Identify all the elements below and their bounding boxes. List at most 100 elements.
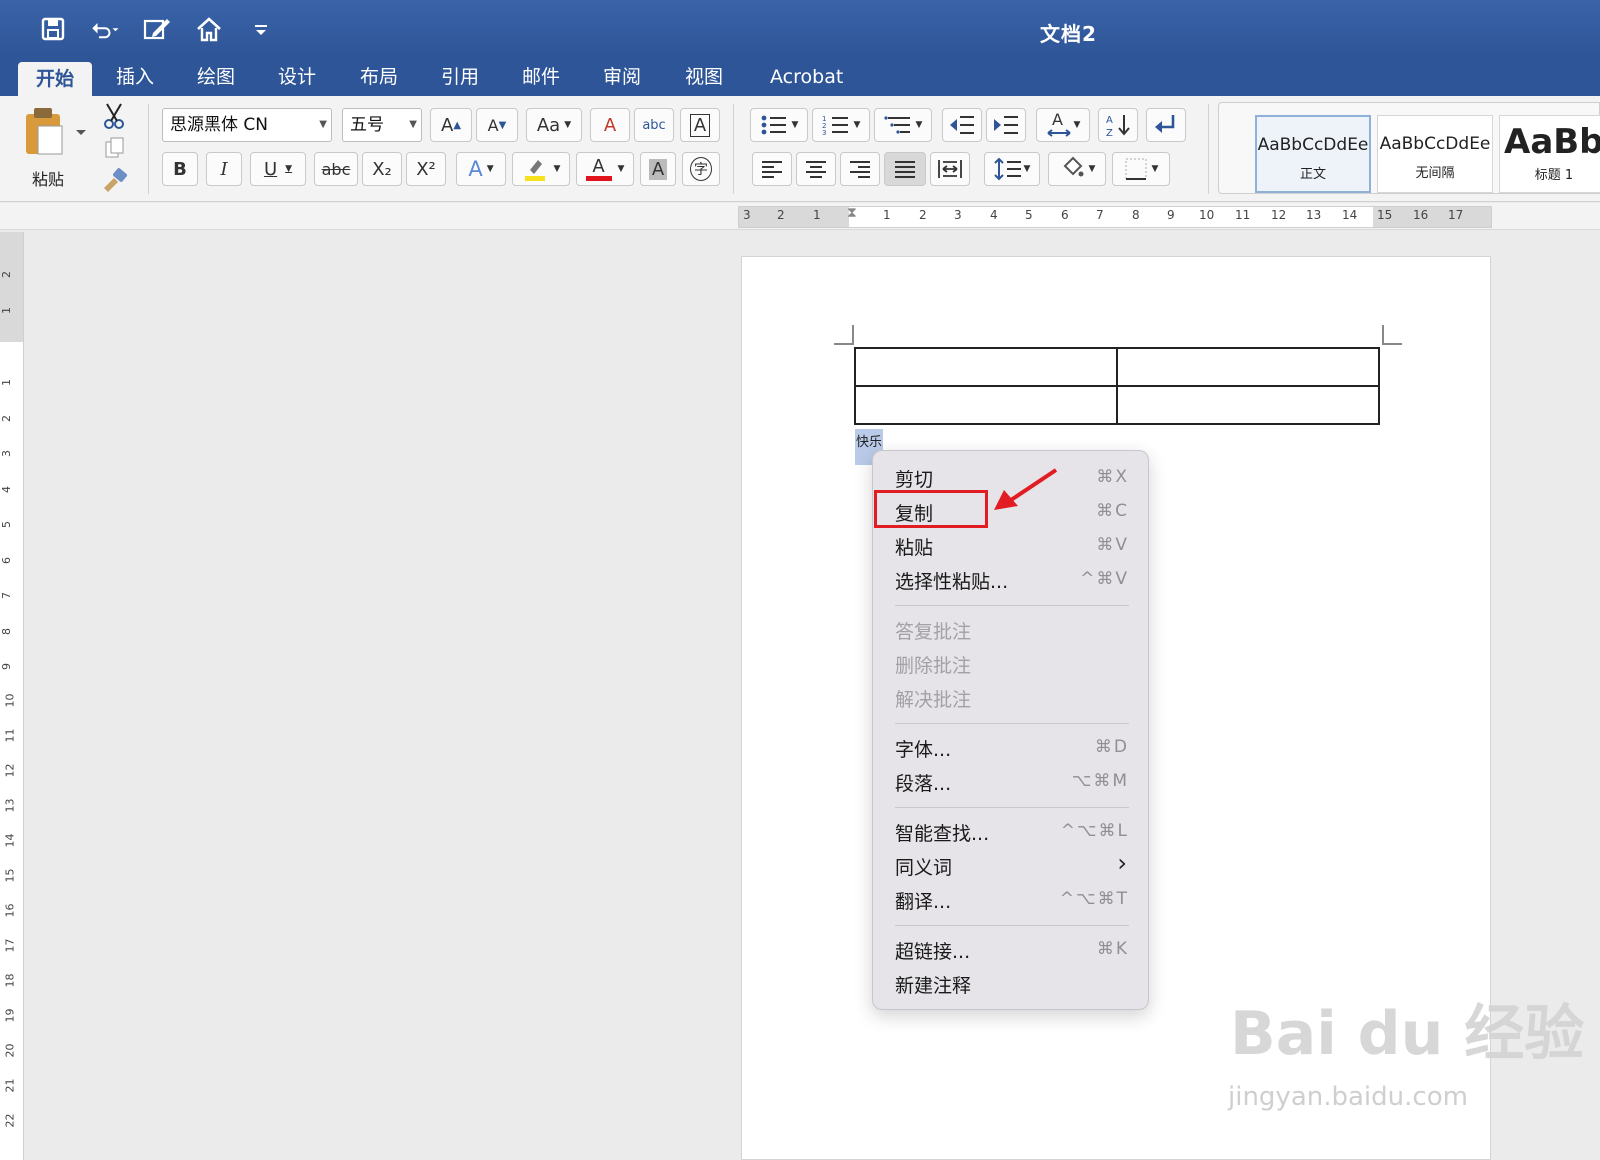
table-row xyxy=(854,347,1380,387)
justify-button[interactable] xyxy=(884,152,926,186)
clear-formatting-button[interactable]: A xyxy=(590,108,630,142)
ruler-number: 5 xyxy=(1025,208,1033,222)
ruler-number: 13 xyxy=(1306,208,1322,222)
tab-layout[interactable]: 布局 xyxy=(342,58,416,96)
format-painter-icon[interactable] xyxy=(102,168,128,196)
increase-indent-button[interactable] xyxy=(986,108,1026,142)
font-color-button[interactable]: A ▼ xyxy=(576,152,634,186)
bullets-button[interactable]: ▼ xyxy=(750,108,808,142)
horizontal-ruler[interactable]: 3 2 1 ⧗ 1 2 3 4 5 6 7 8 9 10 11 12 13 14… xyxy=(738,205,1492,228)
document-table[interactable] xyxy=(854,347,1380,425)
undo-icon[interactable] xyxy=(90,14,120,44)
menu-item-synonyms[interactable]: 同义词 › xyxy=(895,849,1129,883)
grow-font-button[interactable]: A ▲ xyxy=(430,108,472,142)
menu-item-font[interactable]: 字体... ⌘D xyxy=(895,735,1129,765)
ruler-number: 1 xyxy=(813,208,821,222)
subscript-button[interactable]: X₂ xyxy=(362,152,402,186)
table-cell[interactable] xyxy=(1116,385,1380,425)
menu-item-label: 字体... xyxy=(895,739,952,761)
underline-icon: U xyxy=(263,158,278,180)
copy-icon[interactable] xyxy=(104,136,126,164)
menu-item-shortcut: ^⌘V xyxy=(1080,569,1129,589)
menu-item-hyperlink[interactable]: 超链接... ⌘K xyxy=(895,937,1129,967)
align-center-button[interactable] xyxy=(796,152,836,186)
font-name-select[interactable]: 思源黑体 CN ▼ xyxy=(162,108,332,142)
ruler-number: 13 xyxy=(3,798,17,813)
sort-button[interactable]: AZ xyxy=(1098,108,1138,142)
home-icon[interactable] xyxy=(194,14,224,44)
menu-item-paste[interactable]: 粘贴 ⌘V xyxy=(895,533,1129,563)
tab-mailings[interactable]: 邮件 xyxy=(504,58,578,96)
multilevel-list-button[interactable]: ▼ xyxy=(874,108,932,142)
style-sample: AaBbCcDdEe xyxy=(1257,135,1369,155)
save-icon[interactable] xyxy=(38,14,68,44)
tab-view[interactable]: 视图 xyxy=(667,58,741,96)
line-spacing-button[interactable]: ▼ xyxy=(984,152,1040,186)
tab-review[interactable]: 审阅 xyxy=(585,58,659,96)
quick-access-toolbar xyxy=(38,14,276,44)
ribbon-separator xyxy=(733,104,734,194)
edit-doc-icon[interactable] xyxy=(142,14,172,44)
change-case-button[interactable]: Aa ▼ xyxy=(526,108,582,142)
shading-button[interactable]: ▼ xyxy=(1048,152,1106,186)
menu-item-new-comment[interactable]: 新建注释 xyxy=(895,971,1129,1001)
bold-button[interactable]: B xyxy=(162,152,198,186)
superscript-icon: X² xyxy=(416,158,436,180)
ruler-margin-top xyxy=(0,232,23,342)
change-case-icon: Aa xyxy=(536,114,561,136)
show-paragraph-marks-button[interactable] xyxy=(1146,108,1186,142)
menu-item-resolve-comment: 解决批注 xyxy=(895,685,1129,715)
style-normal[interactable]: AaBbCcDdEe 正文 xyxy=(1255,115,1371,193)
paste-button[interactable]: 粘贴 xyxy=(22,106,92,190)
tab-design[interactable]: 设计 xyxy=(260,58,334,96)
menu-item-label: 剪切 xyxy=(895,469,934,491)
align-left-button[interactable] xyxy=(752,152,792,186)
menu-item-smart-lookup[interactable]: 智能查找... ^⌥⌘L xyxy=(895,819,1129,849)
increase-indent-icon xyxy=(994,116,1018,134)
style-no-spacing[interactable]: AaBbCcDdEe 无间隔 xyxy=(1377,115,1493,193)
numbering-button[interactable]: 1 2 3 ▼ xyxy=(812,108,870,142)
highlight-button[interactable]: ▼ xyxy=(512,152,570,186)
shrink-font-button[interactable]: A ▼ xyxy=(476,108,518,142)
tab-references[interactable]: 引用 xyxy=(423,58,497,96)
customize-qat-icon[interactable] xyxy=(246,14,276,44)
tab-acrobat[interactable]: Acrobat xyxy=(752,58,861,96)
styles-gallery: AaBbCcDdEe 正文 AaBbCcDdEe 无间隔 AaBb 标题 1 xyxy=(1218,102,1600,194)
superscript-button[interactable]: X² xyxy=(406,152,446,186)
vertical-ruler[interactable]: 2 1 1 2 3 4 5 6 7 8 9 10 11 12 13 14 15 … xyxy=(0,232,24,1160)
table-cell[interactable] xyxy=(1116,347,1380,387)
indent-marker-icon[interactable]: ⧗ xyxy=(847,205,857,221)
italic-button[interactable]: I xyxy=(206,152,242,186)
tab-draw[interactable]: 绘图 xyxy=(179,58,253,96)
ruler-number: 12 xyxy=(1271,208,1287,222)
align-right-button[interactable] xyxy=(840,152,880,186)
menu-item-translate[interactable]: 翻译... ^⌥⌘T xyxy=(895,887,1129,917)
table-cell[interactable] xyxy=(854,347,1118,387)
phonetic-guide-button[interactable]: abc xyxy=(634,108,674,142)
table-row xyxy=(854,385,1380,425)
phonetic-guide-icon: abc xyxy=(642,117,666,133)
menu-item-paragraph[interactable]: 段落... ⌥⌘M xyxy=(895,769,1129,799)
text-direction-button[interactable]: A ▼ xyxy=(1036,108,1090,142)
table-cell[interactable] xyxy=(854,385,1118,425)
tab-home[interactable]: 开始 xyxy=(18,62,93,96)
character-shading-button[interactable]: A xyxy=(640,152,676,186)
style-heading-1[interactable]: AaBb 标题 1 xyxy=(1499,115,1600,193)
cut-icon[interactable] xyxy=(102,102,126,134)
text-effects-button[interactable]: A ▼ xyxy=(456,152,506,186)
menu-item-delete-comment: 删除批注 xyxy=(895,651,1129,681)
tab-insert[interactable]: 插入 xyxy=(98,58,172,96)
decrease-indent-button[interactable] xyxy=(942,108,982,142)
underline-button[interactable]: U ▼ xyxy=(250,152,306,186)
menu-item-label: 翻译... xyxy=(895,891,952,913)
enclose-characters-button[interactable]: 字 xyxy=(682,152,720,186)
font-size-select[interactable]: 五号 ▼ xyxy=(342,108,422,142)
character-shading-icon: A xyxy=(648,158,668,180)
menu-item-label: 解决批注 xyxy=(895,689,972,711)
borders-button[interactable]: ▼ xyxy=(1112,152,1170,186)
menu-item-paste-special[interactable]: 选择性粘贴... ^⌘V xyxy=(895,567,1129,597)
strikethrough-button[interactable]: abc xyxy=(314,152,358,186)
distributed-button[interactable] xyxy=(930,152,970,186)
ruler-number: 11 xyxy=(3,728,17,743)
character-border-button[interactable]: A xyxy=(680,108,720,142)
